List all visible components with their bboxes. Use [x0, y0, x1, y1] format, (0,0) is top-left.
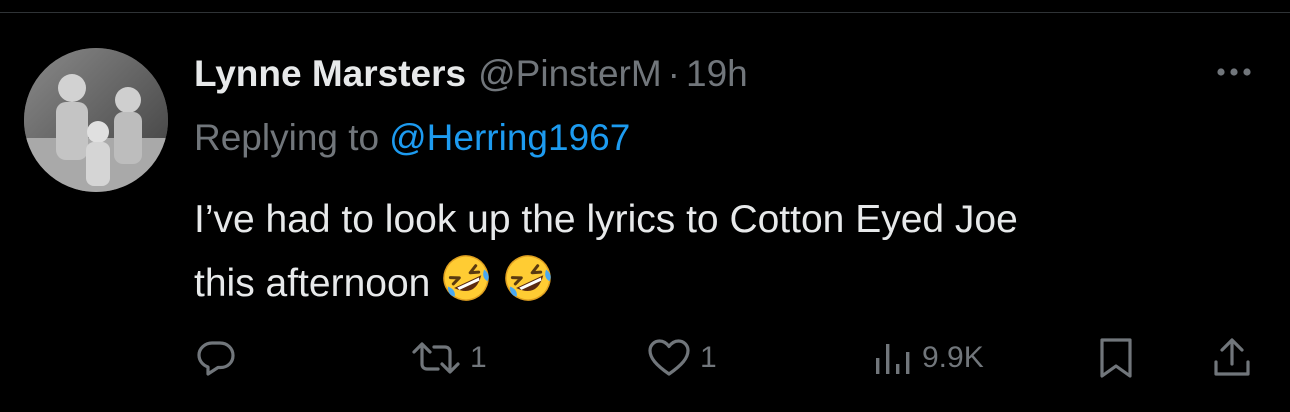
retweet-icon — [410, 336, 462, 380]
heart-icon — [646, 336, 692, 380]
retweet-count: 1 — [470, 341, 487, 374]
tweet-text-line-2: this afternoon — [194, 252, 1254, 324]
replying-to-label: Replying to — [194, 117, 380, 158]
views-button[interactable]: 9.9K — [872, 334, 984, 382]
like-count: 1 — [700, 341, 717, 374]
more-icon — [1217, 68, 1251, 76]
author-display-name[interactable]: Lynne Marsters — [194, 46, 466, 102]
tweet-text-line-2-text: this afternoon — [194, 262, 431, 305]
avatar[interactable] — [24, 48, 168, 192]
tweet-text: I’ve had to look up the lyrics to Cotton… — [194, 188, 1254, 324]
avatar-photo — [24, 48, 168, 192]
retweet-button[interactable]: 1 — [410, 334, 487, 382]
reply-icon — [194, 336, 238, 380]
more-options-button[interactable] — [1206, 52, 1262, 92]
rolling-on-floor-laughing-icon — [440, 252, 492, 324]
rolling-on-floor-laughing-icon — [502, 252, 554, 324]
share-button[interactable] — [1210, 334, 1254, 382]
author-handle[interactable]: @PinsterM — [478, 46, 662, 102]
reply-mention-link[interactable]: @Herring1967 — [389, 117, 630, 158]
views-count: 9.9K — [922, 341, 984, 374]
like-button[interactable]: 1 — [646, 334, 717, 382]
reply-button[interactable] — [194, 334, 238, 382]
tweet-timestamp[interactable]: 19h — [686, 46, 748, 102]
bookmark-button[interactable] — [1096, 334, 1136, 382]
header-separator: · — [667, 53, 680, 94]
tweet-text-line-1: I’ve had to look up the lyrics to Cotton… — [194, 198, 1018, 241]
tweet-header: Lynne Marsters @PinsterM · 19h — [194, 46, 748, 102]
bookmark-icon — [1096, 336, 1136, 380]
share-icon — [1210, 336, 1254, 380]
top-divider — [0, 12, 1290, 13]
replying-to: Replying to @Herring1967 — [194, 110, 630, 166]
views-chart-icon — [872, 336, 914, 380]
